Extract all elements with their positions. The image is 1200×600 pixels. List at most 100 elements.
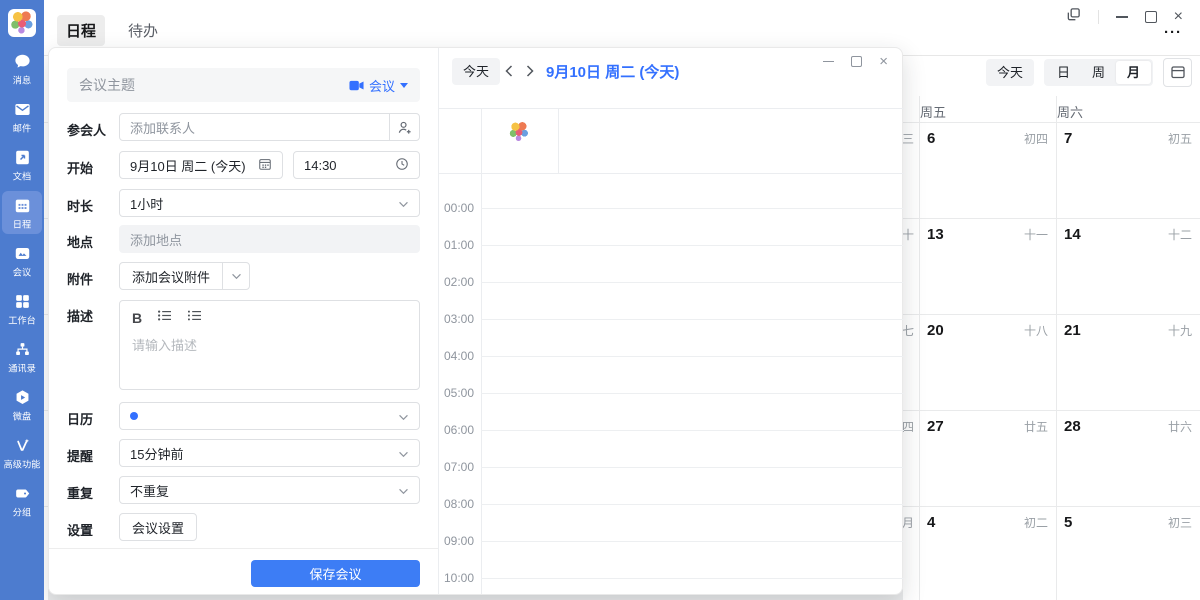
hour-label: 07:00 <box>439 460 474 474</box>
numbered-list-icon <box>187 309 202 322</box>
close-icon[interactable]: × <box>1174 9 1183 25</box>
repeat-select[interactable]: 不重复 <box>119 476 420 504</box>
next-day-button[interactable] <box>522 63 538 79</box>
calendar-color-dot <box>130 412 138 420</box>
sidebar-item-schedule[interactable]: 日程 <box>2 191 42 234</box>
user-avatar[interactable] <box>8 9 36 37</box>
hour-label: 05:00 <box>439 386 474 400</box>
repeat-label: 重复 <box>67 483 93 502</box>
sidebar-item-contacts[interactable]: 通讯录 <box>2 335 42 378</box>
day-view-today-button[interactable]: 今天 <box>452 58 500 85</box>
start-date-picker[interactable]: 9月10日 周二 (今天) <box>119 151 283 179</box>
numbered-list-button[interactable] <box>187 309 202 327</box>
sidebar-item-meeting[interactable]: 会议 <box>2 239 42 282</box>
month-cell[interactable]: 27 廿五 <box>919 418 1056 435</box>
sidebar-item-messages[interactable]: 消息 <box>2 47 42 90</box>
meeting-type-label: 会议 <box>369 76 395 95</box>
duration-select[interactable]: 1小时 <box>119 189 420 217</box>
meeting-settings-button[interactable]: 会议设置 <box>119 513 197 541</box>
lunar-date: 十一 <box>1024 226 1048 243</box>
add-contact-button[interactable] <box>389 114 419 140</box>
attachment-label: 附件 <box>67 269 93 288</box>
sidebar-item-advanced[interactable]: 高级功能 <box>2 431 42 474</box>
month-cell[interactable]: 4 初二 <box>919 514 1056 531</box>
location-label: 地点 <box>67 232 93 251</box>
location-input[interactable]: 添加地点 <box>119 225 420 253</box>
maximize-icon[interactable] <box>851 56 862 67</box>
new-meeting-dialog: × 会议主题 会议 参会人 添加联系人 开始 9月10日 周二 (今天) <box>48 47 903 595</box>
month-cell[interactable]: 20 十八 <box>919 322 1056 339</box>
add-attachment-text: 添加会议附件 <box>120 267 222 286</box>
description-editor[interactable]: B 请输入描述 <box>119 300 420 390</box>
maximize-icon[interactable] <box>1145 11 1157 23</box>
attachment-dropdown-button[interactable] <box>222 263 249 289</box>
layout-panel-button[interactable] <box>1163 58 1192 87</box>
save-meeting-button[interactable]: 保存会议 <box>251 560 420 587</box>
sidebar: 消息 邮件 文档 日程 会议 <box>0 0 44 600</box>
tag-icon <box>12 483 32 503</box>
lunar-date: 廿六 <box>1168 418 1192 435</box>
sidebar-item-drive[interactable]: 微盘 <box>2 383 42 426</box>
participants-label: 参会人 <box>67 120 106 139</box>
sidebar-item-mail[interactable]: 邮件 <box>2 95 42 138</box>
sidebar-item-label: 会议 <box>13 265 31 279</box>
docs-icon <box>12 147 32 167</box>
view-day[interactable]: 日 <box>1046 61 1081 84</box>
month-cell[interactable]: 13 十一 <box>919 226 1056 243</box>
reminder-select[interactable]: 15分钟前 <box>119 439 420 467</box>
month-cell[interactable]: 7 初五 <box>1056 130 1200 147</box>
tab-todo[interactable]: 待办 <box>119 15 167 46</box>
bold-button[interactable]: B <box>132 310 142 326</box>
meeting-type-dropdown[interactable]: 会议 <box>349 76 408 95</box>
sidebar-item-label: 工作台 <box>8 313 36 327</box>
sidebar-item-label: 高级功能 <box>4 457 41 471</box>
more-icon[interactable]: ··· <box>1164 24 1182 41</box>
video-camera-icon <box>349 79 364 92</box>
today-button[interactable]: 今天 <box>986 59 1034 86</box>
minimize-icon[interactable] <box>1116 16 1128 18</box>
hour-label: 08:00 <box>439 497 474 511</box>
popout-icon[interactable] <box>1066 7 1081 27</box>
date-number: 20 <box>927 322 944 339</box>
sidebar-item-docs[interactable]: 文档 <box>2 143 42 186</box>
lunar-date: 廿五 <box>1024 418 1048 435</box>
lunar-date: 初四 <box>1024 130 1048 147</box>
bullet-list-button[interactable] <box>157 309 172 327</box>
view-month[interactable]: 月 <box>1116 61 1151 84</box>
sidebar-item-label: 消息 <box>13 73 31 87</box>
add-attachment-button[interactable]: 添加会议附件 <box>119 262 250 290</box>
attendee-avatar[interactable] <box>507 120 531 144</box>
hour-label: 03:00 <box>439 312 474 326</box>
contacts-org-icon <box>12 339 32 359</box>
sidebar-item-label: 分组 <box>13 505 31 519</box>
month-cell[interactable]: 14 十二 <box>1056 226 1200 243</box>
weekday-header-friday: 周五 <box>920 102 946 121</box>
date-picker-icon <box>258 157 272 174</box>
workbench-grid-icon <box>12 291 32 311</box>
meeting-icon <box>12 243 32 263</box>
start-time-picker[interactable]: 14:30 <box>293 151 420 179</box>
month-cell[interactable]: 5 初三 <box>1056 514 1200 531</box>
divider <box>49 548 438 549</box>
month-cell[interactable]: 28 廿六 <box>1056 418 1200 435</box>
lunar-date: 十二 <box>1168 226 1192 243</box>
day-grid[interactable] <box>481 208 904 580</box>
sidebar-item-groups[interactable]: 分组 <box>2 479 42 522</box>
caret-down-icon <box>400 83 408 88</box>
month-cell[interactable]: 6 初四 <box>919 130 1056 147</box>
month-cell[interactable]: 21 十九 <box>1056 322 1200 339</box>
sidebar-item-workbench[interactable]: 工作台 <box>2 287 42 330</box>
view-week[interactable]: 周 <box>1081 61 1116 84</box>
prev-day-button[interactable] <box>501 63 517 79</box>
grid-line <box>558 108 559 173</box>
meeting-title-placeholder: 会议主题 <box>79 75 135 95</box>
calendar-select[interactable] <box>119 402 420 430</box>
meeting-title-input[interactable]: 会议主题 会议 <box>67 68 420 102</box>
close-icon[interactable]: × <box>879 54 888 69</box>
minimize-icon[interactable] <box>823 61 834 62</box>
date-number: 21 <box>1064 322 1081 339</box>
hour-label: 06:00 <box>439 423 474 437</box>
settings-label: 设置 <box>67 520 93 539</box>
participants-input[interactable]: 添加联系人 <box>119 113 420 141</box>
tab-schedule[interactable]: 日程 <box>57 15 105 46</box>
